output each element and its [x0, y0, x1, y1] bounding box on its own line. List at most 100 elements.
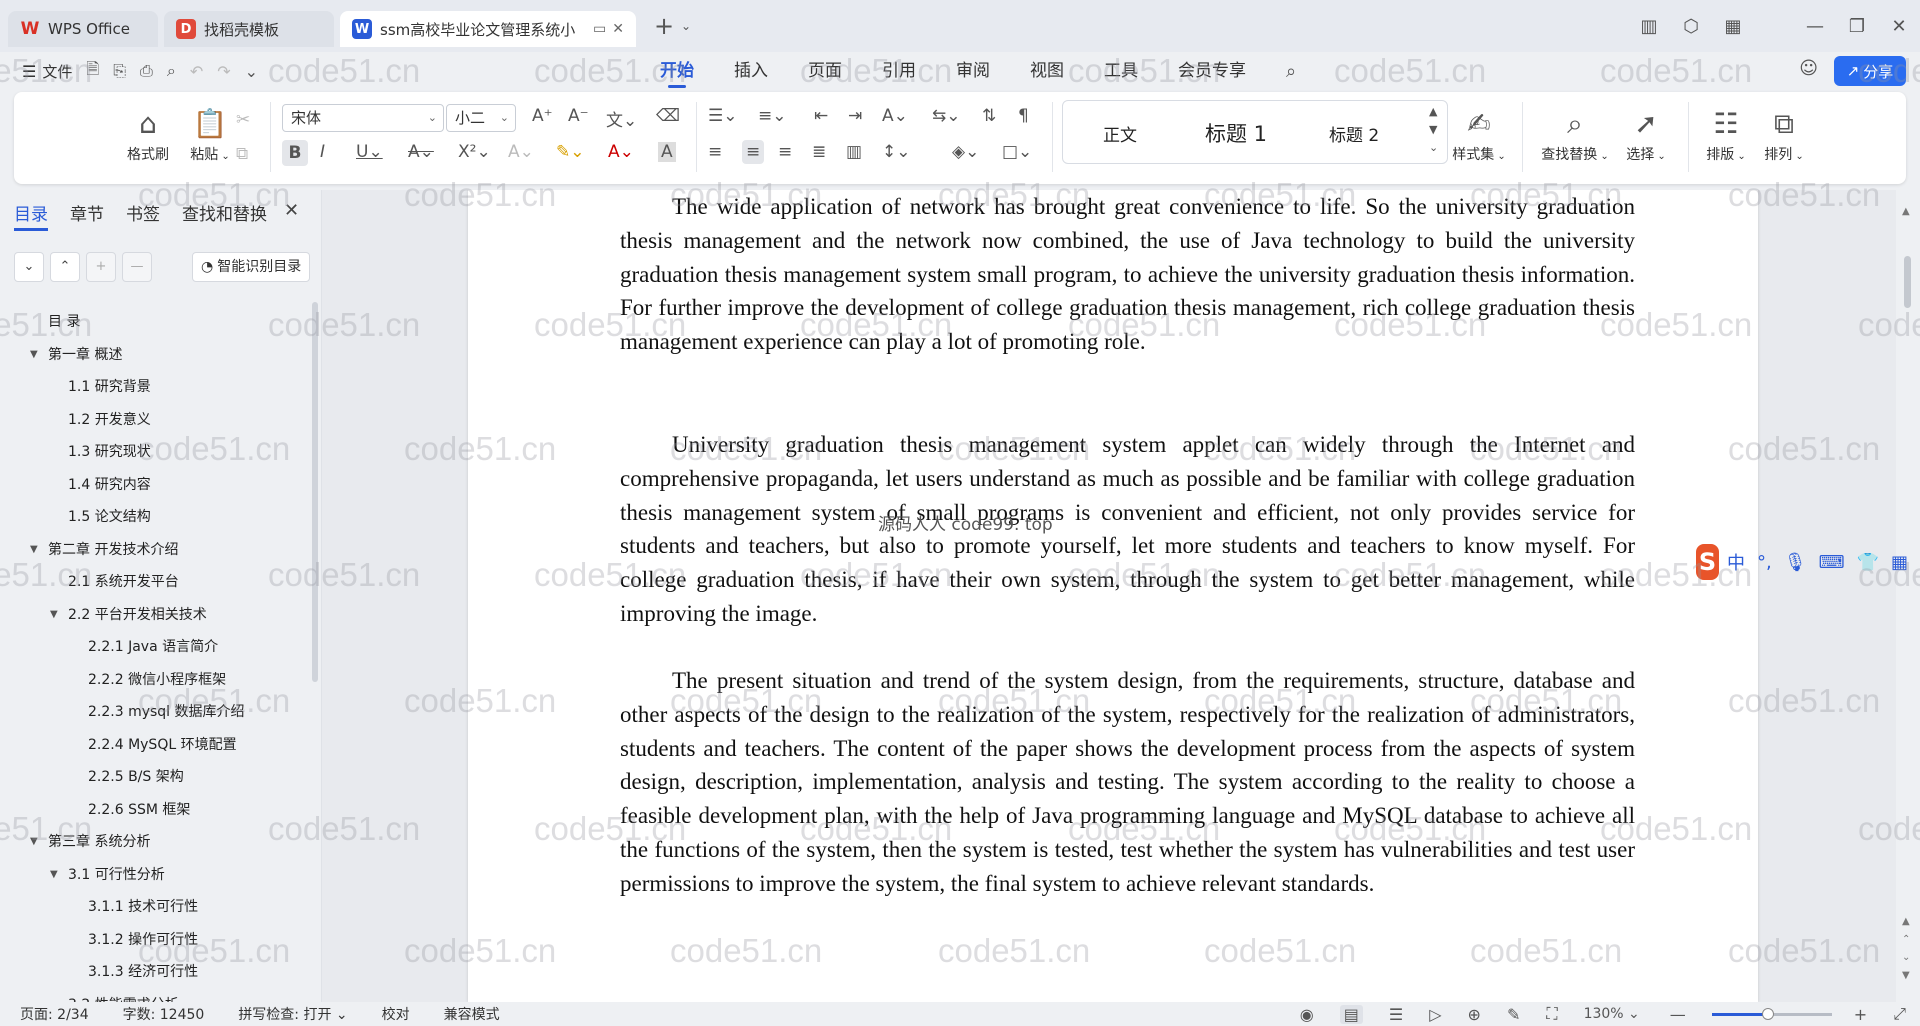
fullscreen-icon[interactable]: ⤢ — [1893, 1004, 1906, 1024]
nav-tab-chapters[interactable]: 章节 — [70, 200, 104, 225]
tab-member[interactable]: 会员专享 — [1178, 52, 1246, 90]
tab-page[interactable]: 页面 — [808, 52, 842, 90]
layout-button[interactable]: ☷ 排版 ⌄ — [1698, 104, 1754, 164]
style-heading-1[interactable]: 标题 1 — [1205, 118, 1267, 148]
toc-item[interactable]: 2.2.5 B/S 架构 — [0, 761, 312, 794]
close-window-icon[interactable]: ✕ — [1878, 10, 1920, 42]
strikethrough-icon[interactable]: A⌄ — [408, 142, 434, 162]
line-spacing-icon[interactable]: ↕⌄ — [882, 142, 911, 162]
zoom-in-icon[interactable]: + — [1854, 1005, 1867, 1024]
smart-toc-button[interactable]: ◔ 智能识别目录 — [192, 252, 311, 282]
style-expand-icon[interactable]: ⌄ — [1429, 141, 1438, 154]
align-center-icon[interactable]: ≡ — [742, 140, 765, 164]
show-marks-icon[interactable]: ¶ — [1018, 106, 1029, 126]
text-effect-icon[interactable]: A⌄ — [508, 142, 534, 162]
borders-icon[interactable]: □⌄ — [1002, 142, 1032, 162]
zoom-level[interactable]: 130% ⌄ — [1584, 1006, 1640, 1022]
page-indicator[interactable]: 页面: 2/34 — [20, 1004, 89, 1024]
keyboard-icon[interactable]: ⌨ — [1819, 552, 1845, 573]
new-tab-button[interactable]: + — [650, 10, 678, 42]
nav-scrollbar[interactable] — [312, 302, 318, 682]
caret-down-icon[interactable]: ▼ — [30, 339, 38, 372]
bullet-list-icon[interactable]: ☰⌄ — [708, 106, 737, 126]
toc-item[interactable]: 2.2.6 SSM 框架 — [0, 794, 312, 827]
toc-item[interactable]: 2.2.1 Java 语言简介 — [0, 631, 312, 664]
sidebar-layout-icon[interactable]: ▥ — [1628, 10, 1670, 42]
page-view-icon[interactable]: ▤ — [1339, 1004, 1363, 1024]
nav-tab-find-replace[interactable]: 查找和替换 — [182, 200, 267, 225]
underline-icon[interactable]: U⌄ — [356, 142, 383, 162]
increase-indent-icon[interactable]: ⇥ — [848, 106, 862, 126]
nav-tab-toc[interactable]: 目录 — [14, 200, 48, 231]
remove-icon[interactable]: — — [122, 252, 152, 282]
style-heading-2[interactable]: 标题 2 — [1329, 121, 1379, 146]
zoom-out-icon[interactable]: — — [1670, 1005, 1686, 1024]
document-page[interactable]: The wide application of network has brou… — [468, 190, 1758, 1002]
superscript-icon[interactable]: X²⌄ — [458, 142, 491, 162]
toc-item[interactable]: 2.2.2 微信小程序框架 — [0, 664, 312, 697]
paste-button[interactable]: 📋 粘贴 ⌄ — [182, 104, 238, 164]
proofread-button[interactable]: 校对 — [382, 1004, 410, 1024]
print-preview-icon[interactable]: ⌕ — [167, 61, 176, 81]
avatar[interactable]: ▦ — [1712, 10, 1754, 42]
decrease-indent-icon[interactable]: ⇤ — [814, 106, 828, 126]
play-icon[interactable]: ▷ — [1429, 1005, 1441, 1024]
style-scroll-down-icon[interactable]: ▼ — [1429, 123, 1437, 136]
body-paragraph[interactable]: University graduation thesis management … — [620, 428, 1635, 631]
microphone-icon[interactable]: 🎙 — [1784, 552, 1807, 573]
tab-list-chevron-icon[interactable]: ⌄ — [678, 10, 694, 42]
restore-icon[interactable]: ❐ — [1836, 10, 1878, 42]
clear-format-icon[interactable]: ⌫ — [656, 106, 680, 126]
toc-item[interactable]: ▼ 第二章 开发技术介绍 — [0, 534, 312, 567]
outline-view-icon[interactable]: ☰ — [1389, 1005, 1403, 1024]
find-replace-button[interactable]: ⌕ 查找替换 ⌄ — [1534, 104, 1616, 164]
style-normal[interactable]: 正文 — [1103, 121, 1137, 146]
chinese-layout-icon[interactable]: A⌄ — [882, 106, 908, 126]
toc-item[interactable]: 3.1.3 经济可行性 — [0, 956, 312, 989]
phonetic-guide-icon[interactable]: 文⌄ — [606, 106, 637, 131]
numbered-list-icon[interactable]: ≡⌄ — [758, 106, 787, 126]
justify-icon[interactable]: ≣ — [812, 142, 826, 162]
zoom-slider[interactable] — [1711, 1007, 1832, 1020]
toc-item[interactable]: 目 录 — [0, 306, 312, 339]
zoom-knob[interactable] — [1762, 1007, 1775, 1020]
body-paragraph[interactable]: The wide application of network has brou… — [620, 190, 1635, 359]
copy-icon[interactable]: ⧉ — [236, 144, 248, 164]
toc-item[interactable]: 1.5 论文结构 — [0, 501, 312, 534]
save-icon[interactable]: 🗎 — [86, 58, 99, 85]
collapse-up-icon[interactable]: ⌃ — [50, 252, 80, 282]
style-scroll-up-icon[interactable]: ▲ — [1429, 105, 1437, 118]
ime-punct[interactable]: °, — [1757, 552, 1772, 573]
format-painter-button[interactable]: ⌂ 格式刷 — [120, 104, 176, 164]
tab-review[interactable]: 审阅 — [956, 52, 990, 90]
print-icon[interactable]: ⎙ — [140, 61, 153, 81]
arrange-button[interactable]: ⧉ 排列 ⌄ — [1756, 104, 1812, 164]
caret-down-icon[interactable]: ▼ — [30, 826, 38, 859]
ime-mode[interactable]: 中 — [1727, 549, 1745, 575]
nav-tab-bookmarks[interactable]: 书签 — [126, 200, 160, 225]
tab-insert[interactable]: 插入 — [734, 52, 768, 90]
skin-shirt-icon[interactable]: 👕 — [1857, 552, 1879, 573]
body-paragraph[interactable]: The present situation and trend of the s… — [620, 664, 1635, 901]
float-window-icon[interactable]: ▭ — [593, 21, 606, 37]
redo-icon[interactable]: ↷ — [217, 62, 230, 81]
add-icon[interactable]: + — [86, 252, 116, 282]
customize-chevron-icon[interactable]: ⌄ — [245, 62, 258, 81]
toc-item[interactable]: 3.2 性能需求分析 — [0, 989, 312, 1003]
sort-icon[interactable]: ⇅ — [982, 106, 996, 126]
close-tab-icon[interactable]: ✕ — [612, 21, 624, 37]
toc-item[interactable]: 2.1 系统开发平台 — [0, 566, 312, 599]
close-icon[interactable]: ✕ — [284, 200, 299, 221]
caret-down-icon[interactable]: ▼ — [50, 859, 58, 892]
font-color-icon[interactable]: A⌄ — [608, 142, 634, 162]
minimize-icon[interactable]: — — [1794, 10, 1836, 42]
export-pdf-icon[interactable]: ⎘ — [113, 61, 126, 81]
cut-icon[interactable]: ✂ — [236, 110, 250, 130]
style-set-button[interactable]: ✍ 样式集 ⌄ — [1446, 104, 1512, 164]
toc-item[interactable]: ▼ 第三章 系统分析 — [0, 826, 312, 859]
eye-protection-icon[interactable]: ◉ — [1300, 1005, 1314, 1024]
toc-item[interactable]: 3.1.1 技术可行性 — [0, 891, 312, 924]
toc-item[interactable]: 2.2.3 mysql 数据库介绍 — [0, 696, 312, 729]
fit-page-icon[interactable]: ⛶ — [1546, 1004, 1557, 1024]
bold-icon[interactable]: B — [282, 140, 308, 166]
